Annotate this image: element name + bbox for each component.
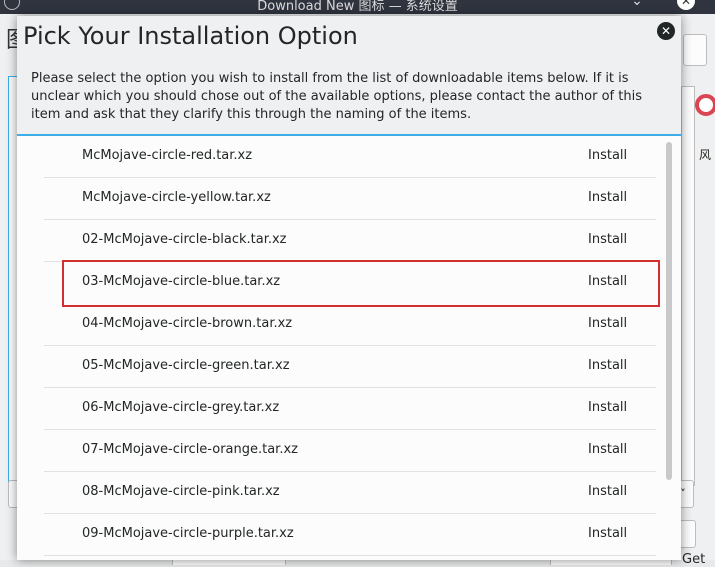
- item-name: 05-McMojave-circle-green.tar.xz: [82, 358, 290, 373]
- parent-right-panel: [681, 86, 695, 486]
- item-name: McMojave-circle-yellow.tar.xz: [82, 190, 271, 205]
- list-item[interactable]: 06-McMojave-circle-grey.tar.xz Install: [44, 388, 656, 430]
- list-item[interactable]: McMojave-circle-yellow.tar.xz Install: [44, 178, 656, 220]
- list-item[interactable]: 02-McMojave-circle-black.tar.xz Install: [44, 220, 656, 262]
- install-button[interactable]: Install: [588, 190, 627, 205]
- install-button[interactable]: Install: [588, 316, 627, 331]
- minimize-icon[interactable]: ⌄: [628, 0, 646, 9]
- item-name: 09-McMojave-circle-purple.tar.xz: [82, 526, 294, 541]
- list-item[interactable]: McMojave-circle-red.tar.xz Install: [44, 136, 656, 178]
- list-item[interactable]: 07-McMojave-circle-orange.tar.xz Install: [44, 430, 656, 472]
- item-name: McMojave-circle-red.tar.xz: [82, 148, 253, 163]
- install-button[interactable]: Install: [588, 400, 627, 415]
- list-item-highlighted[interactable]: 03-McMojave-circle-blue.tar.xz Install: [44, 262, 656, 304]
- install-button[interactable]: Install: [588, 274, 627, 289]
- parent-top-right-button[interactable]: [683, 34, 707, 66]
- list-scrollbar[interactable]: [666, 142, 672, 480]
- list-item[interactable]: 09-McMojave-circle-purple.tar.xz Install: [44, 514, 656, 556]
- item-name: 03-McMojave-circle-blue.tar.xz: [82, 274, 281, 289]
- install-button[interactable]: Install: [588, 526, 627, 541]
- window-title: Download New 图标 — 系统设置: [257, 0, 458, 14]
- list-item[interactable]: 08-McMojave-circle-pink.tar.xz Install: [44, 472, 656, 514]
- dialog-heading: Pick Your Installation Option: [23, 22, 358, 50]
- download-items-list: McMojave-circle-red.tar.xz Install McMoj…: [17, 134, 681, 560]
- window-titlebar: Download New 图标 — 系统设置 ⌄ ^ ✕: [0, 0, 715, 14]
- item-name: 06-McMojave-circle-grey.tar.xz: [82, 400, 280, 415]
- dialog-message: Please select the option you wish to ins…: [31, 71, 642, 122]
- item-name: 07-McMojave-circle-orange.tar.xz: [82, 442, 298, 457]
- item-name: 08-McMojave-circle-pink.tar.xz: [82, 484, 280, 499]
- dialog-close-icon[interactable]: ✕: [657, 22, 675, 40]
- install-button[interactable]: Install: [588, 232, 627, 247]
- install-option-dialog: Pick Your Installation Option ✕ Please s…: [17, 16, 681, 560]
- install-button[interactable]: Install: [588, 148, 627, 163]
- install-button[interactable]: Install: [588, 484, 627, 499]
- list-item[interactable]: 04-McMojave-circle-brown.tar.xz Install: [44, 304, 656, 346]
- item-name: 04-McMojave-circle-brown.tar.xz: [82, 316, 293, 331]
- install-button[interactable]: Install: [588, 442, 627, 457]
- list-item[interactable]: 05-McMojave-circle-green.tar.xz Install: [44, 346, 656, 388]
- parent-side-label: 风: [699, 148, 712, 162]
- item-name: 02-McMojave-circle-black.tar.xz: [82, 232, 287, 247]
- maximize-icon[interactable]: ^: [652, 0, 670, 9]
- help-icon[interactable]: [695, 94, 715, 116]
- install-button[interactable]: Install: [588, 358, 627, 373]
